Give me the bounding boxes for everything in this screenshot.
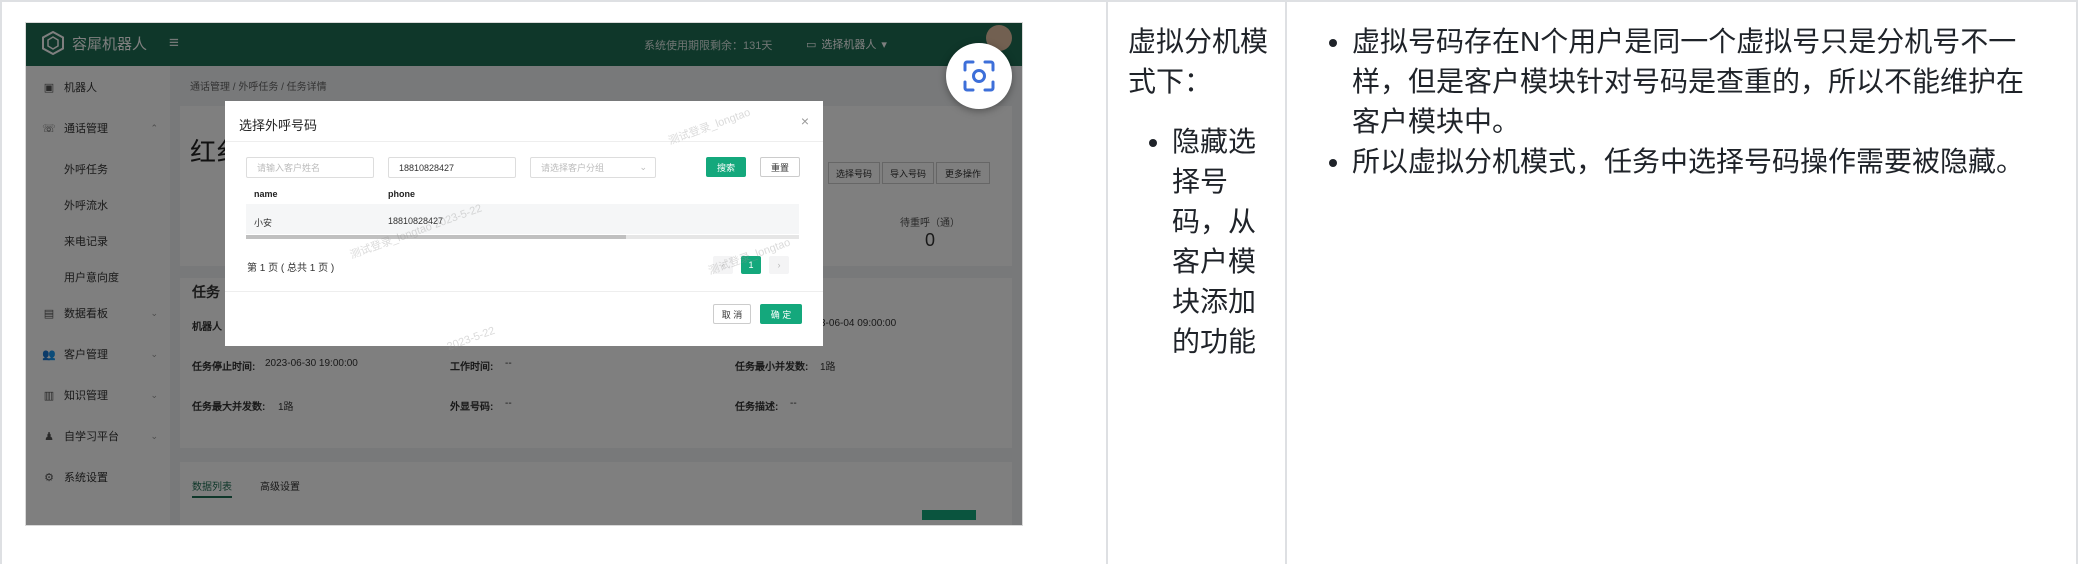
scan-button[interactable] (946, 43, 1012, 109)
column-divider-2 (1285, 0, 1287, 564)
list-item: 隐藏选择号码，从客户模块添加的功能 (1172, 122, 1268, 362)
cancel-button[interactable]: 取 消 (713, 304, 751, 324)
customer-group-select[interactable]: 请选择客户分组 ⌄ (530, 157, 656, 178)
customer-group-placeholder: 请选择客户分组 (541, 163, 605, 173)
reset-button[interactable]: 重置 (760, 157, 800, 177)
table-row[interactable] (246, 204, 799, 234)
table-top-border (0, 0, 2078, 2)
confirm-button[interactable]: 确 定 (760, 304, 802, 324)
column-divider-1 (1106, 0, 1108, 564)
modal-divider (225, 141, 823, 142)
condition-list: 隐藏选择号码，从客户模块添加的功能 (1128, 122, 1268, 362)
condition-heading: 虚拟分机模式下： (1128, 26, 1269, 97)
chevron-down-icon: ⌄ (639, 162, 647, 172)
phone-input[interactable]: 18810828427 (388, 157, 516, 178)
table-left-border (0, 0, 2, 564)
table-scrollbar[interactable] (246, 235, 799, 239)
modal-title: 选择外呼号码 (239, 118, 318, 133)
list-item: 所以虚拟分机模式，任务中选择号码操作需要被隐藏。 (1352, 142, 2040, 182)
search-button[interactable]: 搜索 (706, 157, 746, 177)
close-icon[interactable]: × (801, 113, 809, 129)
list-item: 虚拟号码存在N个用户是同一个虚拟号只是分机号不一样，但是客户模块针对号码是查重的… (1352, 22, 2040, 142)
modal-footer-divider (225, 291, 823, 292)
notes-column-condition: 虚拟分机模式下： 隐藏选择号码，从客户模块添加的功能 (1128, 22, 1268, 362)
select-number-modal: 选择外呼号码 × 请输入客户姓名 18810828427 请选择客户分组 ⌄ 搜… (225, 101, 823, 346)
notes-column-reason: 虚拟号码存在N个用户是同一个虚拟号只是分机号不一样，但是客户模块针对号码是查重的… (1320, 22, 2040, 182)
reason-list: 虚拟号码存在N个用户是同一个虚拟号只是分机号不一样，但是客户模块针对号码是查重的… (1320, 22, 2040, 182)
scan-icon (963, 60, 995, 92)
row-name: 小安 (254, 218, 273, 228)
col-header-name: name (254, 189, 278, 199)
next-page-button[interactable]: › (769, 256, 789, 274)
col-header-phone: phone (388, 189, 415, 199)
pager-text: 第 1 页 ( 总共 1 页 ) (247, 263, 335, 274)
customer-name-input[interactable]: 请输入客户姓名 (246, 157, 374, 178)
embedded-screenshot: 容犀机器人 ≡ 系统使用期限剩余：131天 ▭ 选择机器人 ▾ ▣机器人☏通话管… (25, 22, 1023, 526)
